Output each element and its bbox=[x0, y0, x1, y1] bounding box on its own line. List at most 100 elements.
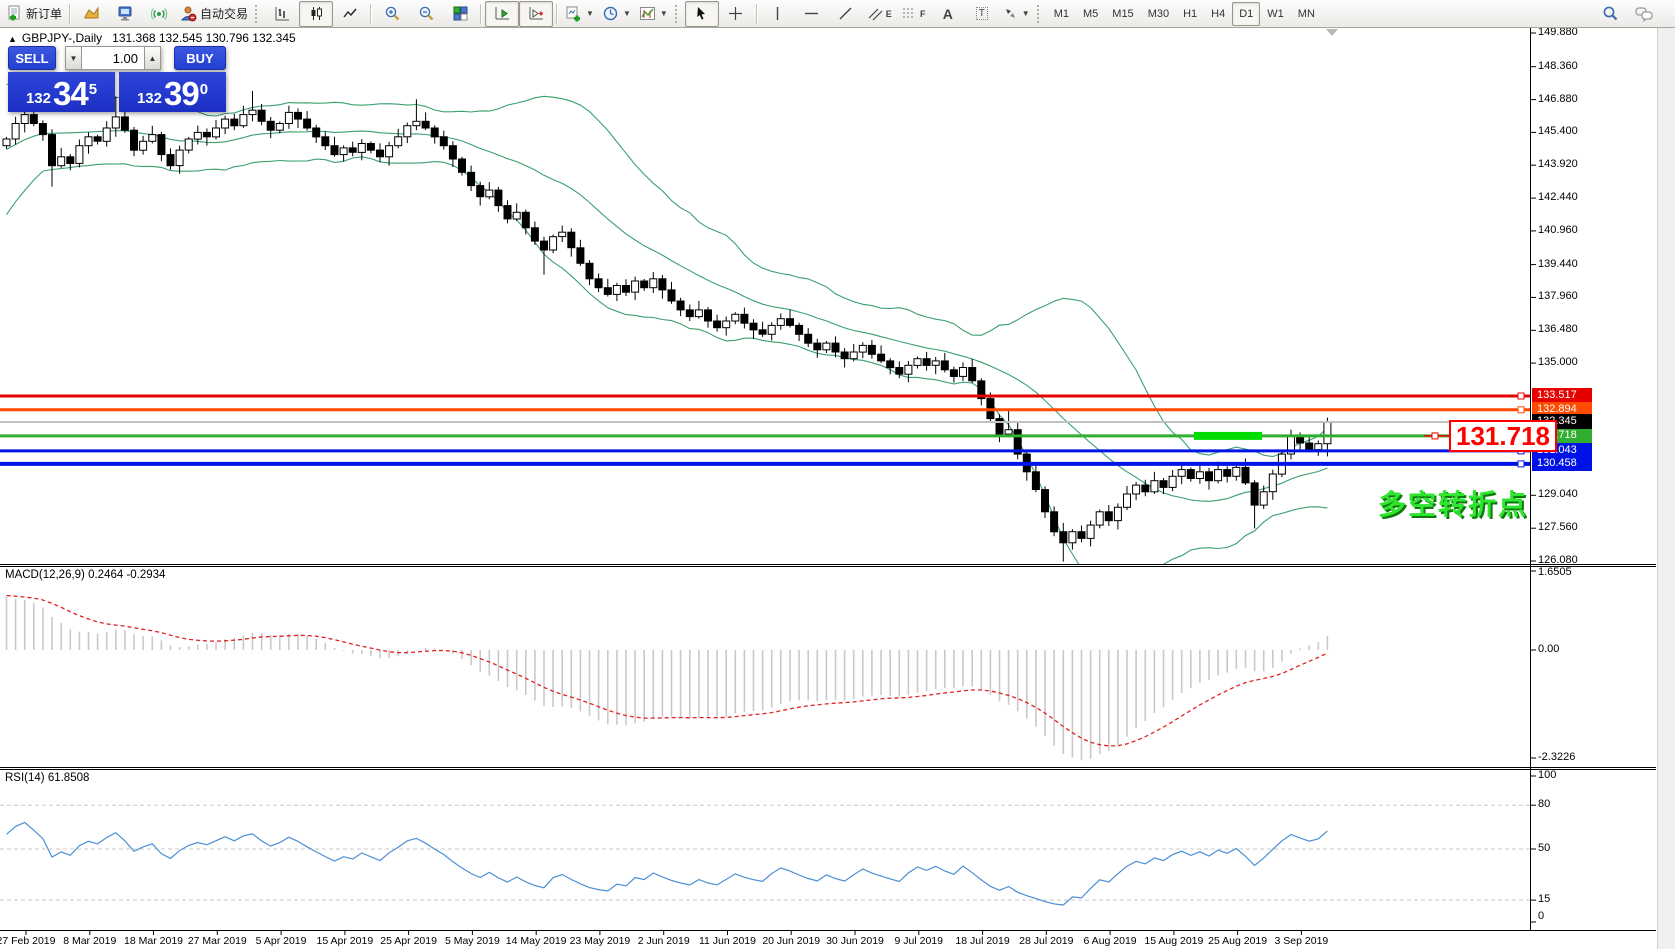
separator bbox=[556, 4, 558, 24]
tile-windows-button[interactable] bbox=[443, 1, 477, 27]
timeframe-m5-button[interactable]: M5 bbox=[1076, 2, 1105, 26]
timeframe-mn-button[interactable]: MN bbox=[1291, 2, 1322, 26]
fibonacci-tool-button[interactable]: F bbox=[897, 1, 931, 27]
vertical-line-icon bbox=[770, 6, 785, 21]
rsi-plot[interactable] bbox=[0, 805, 1530, 905]
sell-price-button[interactable]: 132 34 5 bbox=[8, 72, 115, 112]
symbol-period-label: GBPJPY-,Daily bbox=[22, 31, 102, 45]
price-scale[interactable]: 149.880148.360146.880145.400143.920142.4… bbox=[1531, 28, 1656, 930]
crosshair-icon bbox=[728, 6, 743, 21]
crosshair-tool-button[interactable] bbox=[719, 1, 753, 27]
macd-label: MACD(12,26,9) 0.2464 -0.2934 bbox=[5, 569, 165, 581]
candlestick-chart-icon bbox=[308, 5, 325, 22]
price-callout-label[interactable]: 131.718 bbox=[1449, 420, 1557, 452]
rsi-label: RSI(14) 61.8508 bbox=[5, 772, 89, 784]
price-level-label: 130.458 bbox=[1532, 456, 1592, 471]
price-tick-label: 136.480 bbox=[1538, 323, 1578, 335]
bar-chart-button[interactable] bbox=[265, 1, 299, 27]
price-tick-label: 126.080 bbox=[1538, 554, 1578, 566]
cursor-icon bbox=[694, 6, 709, 21]
sell-button[interactable]: SELL bbox=[8, 46, 56, 70]
price-tick-label: 140.960 bbox=[1538, 224, 1578, 236]
buy-price-main: 39 bbox=[164, 79, 199, 109]
zoom-out-icon bbox=[418, 5, 435, 22]
horizontal-line-tool-button[interactable] bbox=[795, 1, 829, 27]
text-tool-button[interactable]: A bbox=[931, 1, 965, 27]
horizontal-line-icon bbox=[804, 6, 819, 21]
timeframe-d1-button[interactable]: D1 bbox=[1232, 2, 1260, 26]
main-chart-plot[interactable] bbox=[0, 84, 1530, 589]
timeframe-h4-button[interactable]: H4 bbox=[1204, 2, 1232, 26]
cursor-tool-button[interactable] bbox=[685, 1, 719, 27]
search-button[interactable] bbox=[1593, 1, 1627, 27]
autotrading-button[interactable]: 自动交易 bbox=[176, 1, 252, 27]
date-label: 20 Jun 2019 bbox=[762, 935, 820, 947]
volume-input[interactable] bbox=[82, 46, 144, 70]
text-label-tool-button[interactable]: T bbox=[965, 1, 999, 27]
date-label: 15 Aug 2019 bbox=[1144, 935, 1203, 947]
chat-button[interactable] bbox=[1627, 1, 1661, 27]
chart-shift-button[interactable] bbox=[519, 1, 553, 27]
date-label: 27 Feb 2019 bbox=[0, 935, 55, 947]
vertical-line-tool-button[interactable] bbox=[761, 1, 795, 27]
timeframe-m1-button[interactable]: M1 bbox=[1047, 2, 1076, 26]
new-order-button[interactable]: 新订单 bbox=[2, 1, 66, 27]
signals-button[interactable] bbox=[142, 1, 176, 27]
indicators-icon bbox=[639, 5, 656, 22]
sell-price-int: 132 bbox=[26, 89, 51, 109]
line-chart-icon bbox=[342, 5, 359, 22]
indicators-button[interactable]: ▼ bbox=[635, 1, 672, 27]
arrows-tool-button[interactable]: ▼ bbox=[999, 1, 1034, 27]
date-axis[interactable]: 27 Feb 20198 Mar 201918 Mar 201927 Mar 2… bbox=[0, 931, 1656, 949]
date-label: 11 Jun 2019 bbox=[699, 935, 756, 947]
date-label: 25 Apr 2019 bbox=[380, 935, 437, 947]
price-tick-label: 143.920 bbox=[1538, 158, 1578, 170]
zoom-in-button[interactable] bbox=[375, 1, 409, 27]
dropdown-caret-icon: ▼ bbox=[586, 9, 594, 18]
annotation-text[interactable]: 多空转折点 bbox=[1378, 483, 1528, 523]
volume-increase-button[interactable]: ▲ bbox=[144, 46, 161, 70]
profiles-icon bbox=[83, 5, 100, 22]
volume-decrease-button[interactable]: ▼ bbox=[65, 46, 82, 70]
date-label: 6 Aug 2019 bbox=[1084, 935, 1137, 947]
line-chart-button[interactable] bbox=[333, 1, 367, 27]
window-right-strip bbox=[1657, 28, 1675, 949]
dropdown-caret-icon: ▼ bbox=[623, 9, 631, 18]
bar-chart-icon bbox=[274, 5, 291, 22]
timeframe-m30-button[interactable]: M30 bbox=[1141, 2, 1176, 26]
price-level-label: 133.517 bbox=[1532, 388, 1592, 403]
zoom-out-button[interactable] bbox=[409, 1, 443, 27]
auto-scroll-button[interactable] bbox=[485, 1, 519, 27]
new-chart-button[interactable]: ▼ bbox=[561, 1, 598, 27]
chart-canvas[interactable] bbox=[0, 0, 1675, 949]
timeframe-m15-button[interactable]: M15 bbox=[1105, 2, 1140, 26]
buy-button[interactable]: BUY bbox=[174, 46, 226, 70]
equidistant-channel-icon bbox=[868, 6, 883, 21]
price-tick-label: 146.880 bbox=[1538, 93, 1578, 105]
price-tick-label: 142.440 bbox=[1538, 191, 1578, 203]
separator bbox=[480, 4, 482, 24]
autotrading-icon bbox=[180, 5, 197, 22]
chart-shift-marker-icon[interactable] bbox=[1326, 29, 1338, 36]
ohlc-values: 131.368 132.545 130.796 132.345 bbox=[112, 31, 296, 45]
channel-tool-button[interactable]: E bbox=[863, 1, 897, 27]
date-label: 2 Jun 2019 bbox=[638, 935, 690, 947]
toolbar-grip bbox=[1037, 5, 1044, 23]
mt4-window: 新订单 bbox=[0, 0, 1675, 949]
date-label: 5 Apr 2019 bbox=[256, 935, 307, 947]
search-icon bbox=[1602, 5, 1619, 22]
timeframe-h1-button[interactable]: H1 bbox=[1176, 2, 1204, 26]
candlestick-chart-button[interactable] bbox=[299, 1, 333, 27]
buy-price-button[interactable]: 132 39 0 bbox=[119, 72, 226, 112]
timeframe-w1-button[interactable]: W1 bbox=[1260, 2, 1291, 26]
text-label-icon: T bbox=[976, 7, 988, 20]
terminal-button[interactable] bbox=[108, 1, 142, 27]
profiles-button[interactable] bbox=[74, 1, 108, 27]
macd-plot[interactable] bbox=[7, 596, 1328, 761]
trendline-tool-button[interactable] bbox=[829, 1, 863, 27]
arrows-icon bbox=[1003, 6, 1018, 21]
chat-icon bbox=[1635, 5, 1654, 22]
date-label: 15 Apr 2019 bbox=[317, 935, 374, 947]
periods-button[interactable]: ▼ bbox=[598, 1, 635, 27]
trade-panel-toggle-icon[interactable]: ▲ bbox=[8, 34, 17, 44]
